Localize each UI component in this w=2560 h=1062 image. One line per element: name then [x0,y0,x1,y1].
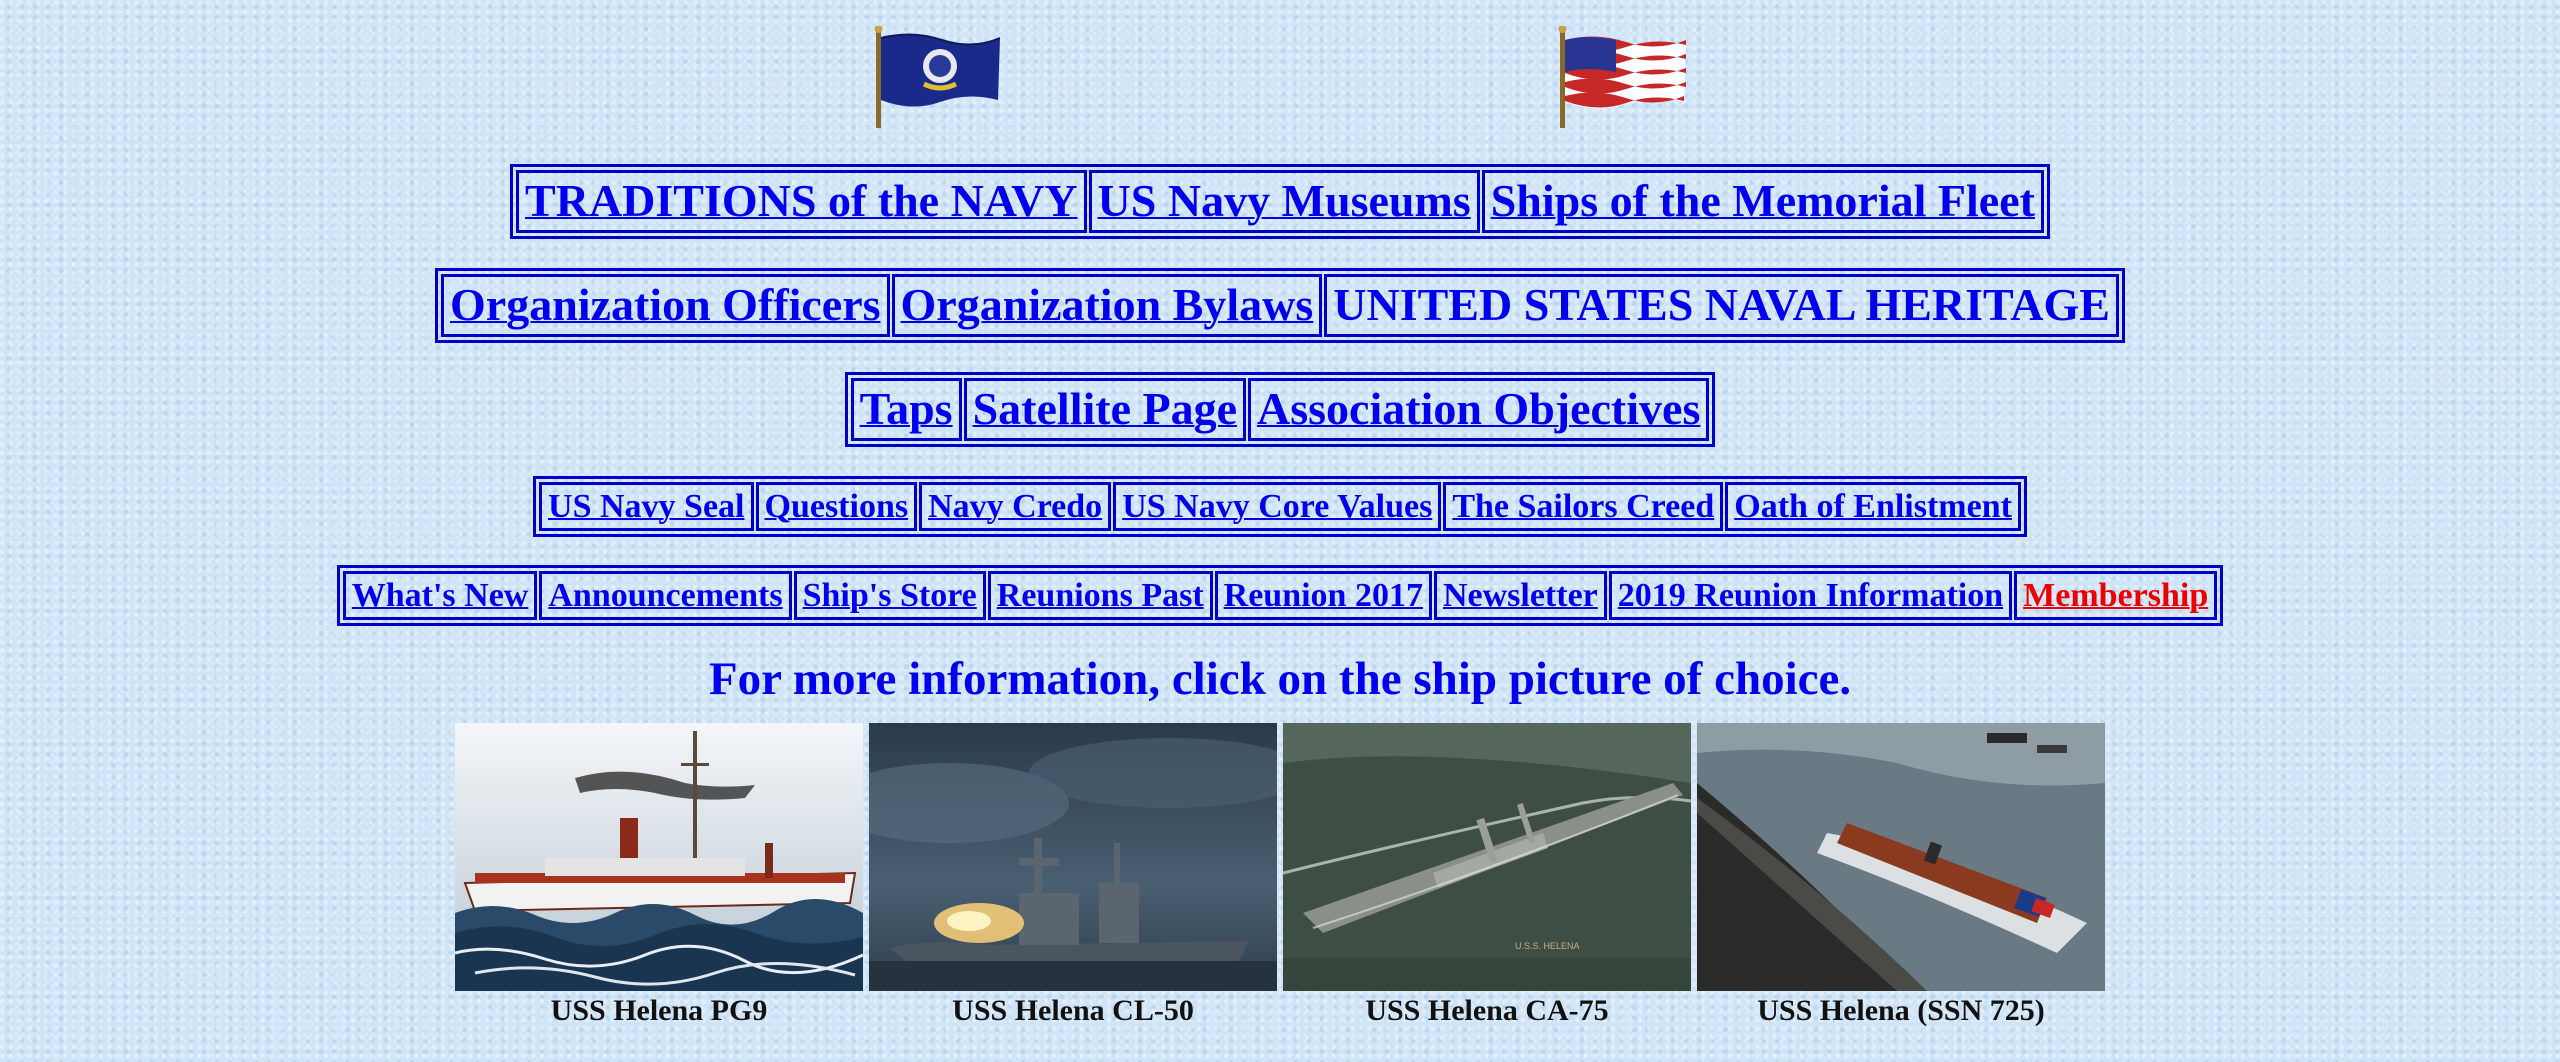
ship-helena-pg9[interactable]: USS Helena PG9 [455,723,863,1028]
ship-helena-cl50[interactable]: USS Helena CL-50 [869,723,1277,1028]
ship-caption: USS Helena CA-75 [1365,994,1609,1027]
link-satellite-page[interactable]: Satellite Page [963,378,1247,441]
link-membership[interactable]: Membership [2014,571,2218,621]
link-the-sailors-creed[interactable]: The Sailors Creed [1443,482,1724,532]
nav-row-1: TRADITIONS of the NAVY US Navy Museums S… [0,164,2560,239]
link-newsletter[interactable]: Newsletter [1433,571,1607,621]
link-questions[interactable]: Questions [755,482,918,532]
link-reunion-2017[interactable]: Reunion 2017 [1214,571,1432,621]
nav-row-3: Taps Satellite Page Association Objectiv… [0,372,2560,447]
link-traditions-of-the-navy[interactable]: TRADITIONS of the NAVY [516,170,1087,233]
link-us-navy-core-values[interactable]: US Navy Core Values [1113,482,1442,532]
link-us-navy-museums[interactable]: US Navy Museums [1088,170,1480,233]
nav-row-2: Organization Officers Organization Bylaw… [0,268,2560,343]
link-united-states-naval-heritage[interactable]: UNITED STATES NAVAL HERITAGE [1324,274,2119,337]
ship-picture-prompt: For more information, click on the ship … [708,653,1852,705]
ship-helena-ca75[interactable]: U.S.S. HELENA USS Helena CA-75 [1283,723,1691,1028]
link-whats-new[interactable]: What's New [342,571,538,621]
ship-image-ca75[interactable]: U.S.S. HELENA [1283,723,1691,991]
link-ships-store[interactable]: Ship's Store [793,571,986,621]
us-flag-icon [1556,25,1690,135]
link-us-navy-seal[interactable]: US Navy Seal [539,482,754,532]
ship-caption: USS Helena CL-50 [952,994,1194,1027]
ship-caption: USS Helena PG9 [550,994,768,1027]
link-ships-of-the-memorial-fleet[interactable]: Ships of the Memorial Fleet [1481,170,2044,233]
ship-image-pg9[interactable] [455,723,863,991]
hull-marking: U.S.S. HELENA [1515,941,1580,951]
link-announcements[interactable]: Announcements [539,571,792,621]
ship-caption: USS Helena (SSN 725) [1757,994,2045,1027]
link-navy-credo[interactable]: Navy Credo [919,482,1112,532]
link-oath-of-enlistment[interactable]: Oath of Enlistment [1725,482,2021,532]
ship-gallery: USS Helena PG9 USS Helena CL-50 U.S.S. H… [455,723,2105,1028]
nav-row-4: US Navy Seal Questions Navy Credo US Nav… [0,476,2560,538]
ship-image-cl50[interactable] [869,723,1277,991]
nav-row-5: What's New Announcements Ship's Store Re… [0,565,2560,627]
link-taps[interactable]: Taps [850,378,962,441]
link-organization-officers[interactable]: Organization Officers [441,274,890,337]
link-2019-reunion-information[interactable]: 2019 Reunion Information [1608,571,2013,621]
ship-helena-ssn725[interactable]: USS Helena (SSN 725) [1697,723,2105,1028]
link-reunions-past[interactable]: Reunions Past [987,571,1213,621]
link-organization-bylaws[interactable]: Organization Bylaws [891,274,1323,337]
navy-flag-icon [872,25,1002,135]
ship-image-ssn725[interactable] [1697,723,2105,991]
link-association-objectives[interactable]: Association Objectives [1248,378,1710,441]
